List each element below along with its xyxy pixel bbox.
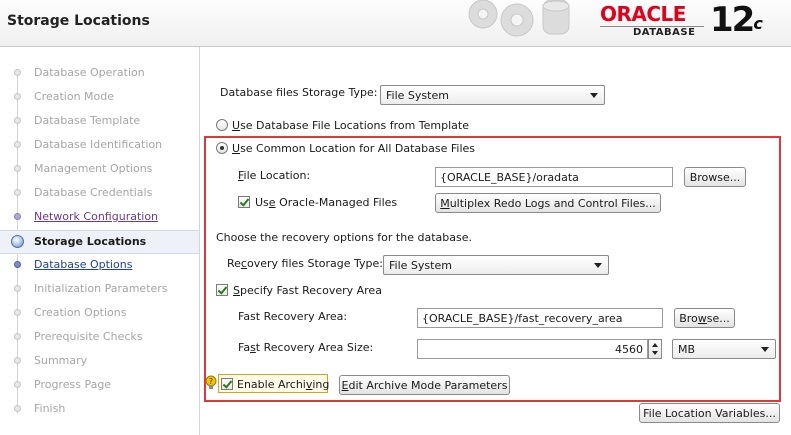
wizard-step-label: Finish xyxy=(34,402,66,415)
step-marker-icon xyxy=(14,117,21,124)
wizard-steps-sidebar: Database Operation Creation Mode Database … xyxy=(0,47,200,435)
gears-graphic-icon xyxy=(468,0,570,37)
version-logo: 12c xyxy=(710,0,763,40)
multiplex-redo-logs-button[interactable]: Multiplex Redo Logs and Control Files... xyxy=(435,193,661,213)
wizard-step-label: Initialization Parameters xyxy=(34,282,168,295)
chevron-down-icon xyxy=(761,347,769,352)
wizard-step-label: Database Operation xyxy=(34,66,145,79)
arrow-up-icon[interactable] xyxy=(652,343,658,347)
storage-locations-panel: Database files Storage Type: File System… xyxy=(200,47,791,435)
fra-input[interactable]: {ORACLE_BASE}/fast_recovery_area xyxy=(417,308,663,328)
wizard-step-label[interactable]: Database Options xyxy=(34,258,132,271)
wizard-step-label: Progress Page xyxy=(34,378,112,391)
step-marker-icon xyxy=(14,333,21,340)
wizard-step-summary: Summary xyxy=(0,350,199,372)
storage-type-label: Database files Storage Type: xyxy=(220,86,378,99)
wizard-step-label: Database Template xyxy=(34,114,141,127)
wizard-step-database-template: Database Template xyxy=(0,110,199,132)
storage-type-select[interactable]: File System xyxy=(380,85,605,105)
wizard-step-label[interactable]: Network Configuration xyxy=(34,210,158,223)
lightbulb-icon: ? xyxy=(205,375,217,389)
step-marker-icon xyxy=(14,213,21,220)
wizard-step-creation-mode: Creation Mode xyxy=(0,86,199,108)
step-marker-icon xyxy=(14,189,21,196)
wizard-step-initialization-parameters: Initialization Parameters xyxy=(0,278,199,300)
file-location-label: File Location: xyxy=(238,169,311,182)
wizard-step-label: Creation Options xyxy=(34,306,127,319)
wizard-step-label: Prerequisite Checks xyxy=(34,330,143,343)
wizard-step-label: Creation Mode xyxy=(34,90,115,103)
step-marker-icon xyxy=(14,261,21,268)
wizard-step-label: Management Options xyxy=(34,162,153,175)
wizard-step-storage-locations[interactable]: Storage Locations xyxy=(0,230,199,254)
wizard-step-label: Database Credentials xyxy=(34,186,153,199)
step-marker-icon xyxy=(14,405,21,412)
chevron-down-icon xyxy=(594,263,602,268)
wizard-step-label[interactable]: Storage Locations xyxy=(34,235,146,248)
enable-archiving-label[interactable]: Enable Archiving xyxy=(237,378,329,391)
wizard-step-database-options[interactable]: Database Options xyxy=(0,254,199,276)
fra-size-input[interactable]: 4560 xyxy=(417,339,648,359)
wizard-step-database-operation: Database Operation xyxy=(0,62,199,84)
oracle-logo: ORACLE DATABASE xyxy=(598,2,710,44)
fra-size-unit-select[interactable]: MB xyxy=(672,339,776,359)
file-location-input[interactable]: {ORACLE_BASE}/oradata xyxy=(435,167,673,187)
arrow-down-icon[interactable] xyxy=(652,351,658,355)
wizard-step-prerequisite-checks: Prerequisite Checks xyxy=(0,326,199,348)
specify-fra-label[interactable]: Specify Fast Recovery Area xyxy=(233,284,382,297)
recovery-storage-type-label: Recovery files Storage Type: xyxy=(227,257,384,270)
wizard-step-management-options: Management Options xyxy=(0,158,199,180)
step-marker-icon xyxy=(14,69,21,76)
browse-file-location-button[interactable]: Browse... xyxy=(684,167,746,187)
browse-fra-button[interactable]: Browse... xyxy=(674,308,735,328)
step-marker-icon xyxy=(14,381,21,388)
wizard-step-database-identification: Database Identification xyxy=(0,134,199,156)
recovery-intro-text: Choose the recovery options for the data… xyxy=(216,231,472,244)
recovery-storage-type-select[interactable]: File System xyxy=(383,255,609,275)
file-location-variables-button[interactable]: File Location Variables... xyxy=(639,403,780,423)
wizard-step-progress-page: Progress Page xyxy=(0,374,199,396)
step-marker-icon xyxy=(14,165,21,172)
use-omf-checkbox[interactable] xyxy=(238,196,250,208)
wizard-step-database-credentials: Database Credentials xyxy=(0,182,199,204)
step-marker-icon xyxy=(14,309,21,316)
page-title: Storage Locations xyxy=(7,13,150,29)
edit-archive-params-button[interactable]: Edit Archive Mode Parameters xyxy=(339,375,510,395)
radio-use-common-location[interactable] xyxy=(216,142,228,154)
step-marker-icon xyxy=(11,235,24,248)
enable-archiving-checkbox[interactable] xyxy=(221,378,233,390)
step-marker-icon xyxy=(14,93,21,100)
use-omf-label[interactable]: Use Oracle-Managed Files xyxy=(255,196,397,209)
radio-use-template-label[interactable]: Use Database File Locations from Templat… xyxy=(232,119,469,132)
radio-use-template-locations[interactable] xyxy=(216,119,228,131)
step-marker-icon xyxy=(14,141,21,148)
specify-fra-checkbox[interactable] xyxy=(216,284,228,296)
step-marker-icon xyxy=(14,285,21,292)
wizard-step-label: Summary xyxy=(34,354,88,367)
wizard-step-network-configuration[interactable]: Network Configuration xyxy=(0,206,199,228)
fra-size-spinner[interactable] xyxy=(648,339,662,359)
step-marker-icon xyxy=(14,357,21,364)
svg-text:?: ? xyxy=(209,377,213,386)
wizard-step-creation-options: Creation Options xyxy=(0,302,199,324)
radio-use-common-label[interactable]: Use Common Location for All Database Fil… xyxy=(232,142,475,155)
wizard-step-finish: Finish xyxy=(0,398,199,420)
wizard-step-label: Database Identification xyxy=(34,138,163,151)
fra-label: Fast Recovery Area: xyxy=(238,310,348,323)
fra-size-label: Fast Recovery Area Size: xyxy=(238,341,374,354)
header-bar: Storage Locations ORACLE DATABASE 12c xyxy=(0,0,791,47)
chevron-down-icon xyxy=(590,93,598,98)
